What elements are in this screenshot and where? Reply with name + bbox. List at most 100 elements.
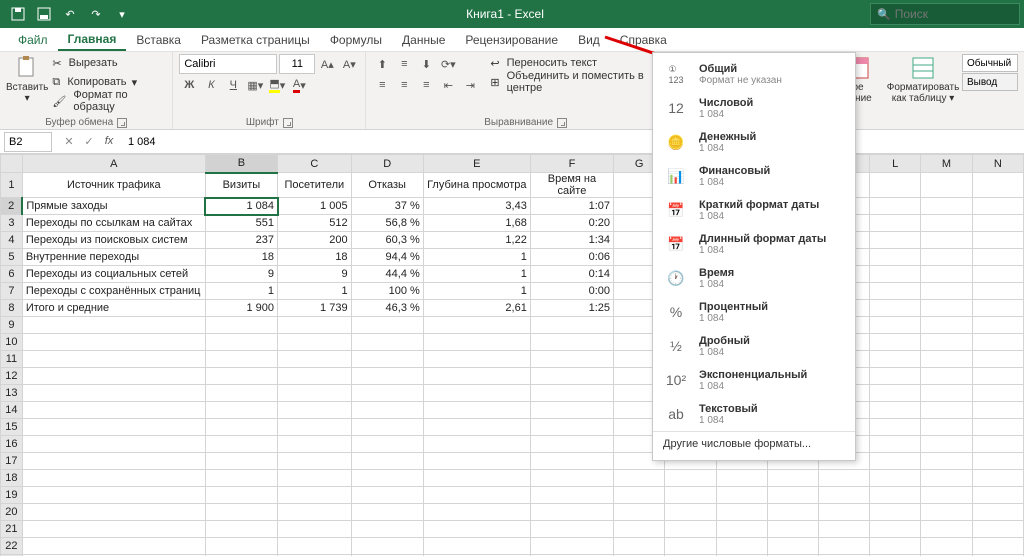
cell[interactable]	[278, 521, 352, 538]
cell[interactable]	[921, 385, 972, 402]
cell[interactable]	[818, 504, 869, 521]
cell[interactable]	[921, 419, 972, 436]
cell[interactable]	[921, 232, 972, 249]
col-header-N[interactable]: N	[972, 155, 1023, 173]
cell[interactable]: 512	[278, 215, 352, 232]
cell[interactable]	[972, 266, 1023, 283]
cell[interactable]	[423, 334, 530, 351]
cell[interactable]	[818, 487, 869, 504]
cell[interactable]	[972, 504, 1023, 521]
cell[interactable]	[665, 538, 716, 555]
cell[interactable]	[870, 317, 921, 334]
tab-разметка страницы[interactable]: Разметка страницы	[191, 28, 320, 51]
cell[interactable]: 1 084	[205, 198, 277, 215]
cell[interactable]	[205, 385, 277, 402]
format-painter-button[interactable]: 🖌 Формат по образцу	[52, 92, 166, 110]
col-header-F[interactable]: F	[530, 155, 613, 173]
cell[interactable]	[921, 402, 972, 419]
cell[interactable]	[530, 504, 613, 521]
fmt-option-дробный[interactable]: ½ Дробный1 084	[653, 329, 855, 363]
cell[interactable]: 1:07	[530, 198, 613, 215]
cell[interactable]	[351, 538, 423, 555]
cell[interactable]	[870, 215, 921, 232]
cell[interactable]	[870, 283, 921, 300]
cell[interactable]	[818, 470, 869, 487]
cell[interactable]	[870, 173, 921, 198]
cell[interactable]: 0:00	[530, 283, 613, 300]
cell[interactable]	[767, 487, 818, 504]
cell[interactable]	[423, 351, 530, 368]
cell[interactable]	[278, 368, 352, 385]
cell[interactable]	[205, 504, 277, 521]
cell[interactable]	[423, 385, 530, 402]
cell[interactable]	[870, 504, 921, 521]
cell[interactable]	[921, 538, 972, 555]
cell[interactable]: 1:25	[530, 300, 613, 317]
cell[interactable]	[205, 487, 277, 504]
cell[interactable]	[972, 436, 1023, 453]
cell[interactable]	[22, 453, 205, 470]
row-header[interactable]: 20	[1, 504, 23, 521]
cell[interactable]	[921, 334, 972, 351]
cell[interactable]	[870, 402, 921, 419]
cell[interactable]	[972, 419, 1023, 436]
cell[interactable]: Источник трафика	[22, 173, 205, 198]
row-header[interactable]: 3	[1, 215, 23, 232]
cell[interactable]	[972, 521, 1023, 538]
cell[interactable]	[423, 521, 530, 538]
cell[interactable]: 1 005	[278, 198, 352, 215]
row-header[interactable]: 1	[1, 173, 23, 198]
cell[interactable]	[278, 351, 352, 368]
cell[interactable]: 237	[205, 232, 277, 249]
cell[interactable]: Глубина просмотра	[423, 173, 530, 198]
cell[interactable]	[870, 368, 921, 385]
cell[interactable]	[530, 419, 613, 436]
cell[interactable]	[921, 487, 972, 504]
fmt-option-краткий-формат-даты[interactable]: 📅 Краткий формат даты1 084	[653, 193, 855, 227]
cell[interactable]	[351, 504, 423, 521]
cell[interactable]	[921, 173, 972, 198]
fmt-option-общий[interactable]: ①123 ОбщийФормат не указан	[653, 57, 855, 91]
cell[interactable]	[351, 453, 423, 470]
cell[interactable]: Переходы из поисковых систем	[22, 232, 205, 249]
name-box[interactable]: B2	[4, 132, 52, 152]
cell[interactable]	[22, 487, 205, 504]
cell-style-output[interactable]: Вывод	[962, 73, 1018, 91]
cell[interactable]	[921, 351, 972, 368]
cell[interactable]	[423, 453, 530, 470]
paste-button[interactable]: Вставить ▾	[6, 54, 48, 104]
cell[interactable]	[22, 317, 205, 334]
cell[interactable]	[614, 487, 665, 504]
cell[interactable]	[22, 351, 205, 368]
row-header[interactable]: 14	[1, 402, 23, 419]
row-header[interactable]: 7	[1, 283, 23, 300]
cell[interactable]	[972, 334, 1023, 351]
cell[interactable]: Посетители	[278, 173, 352, 198]
cell[interactable]	[870, 334, 921, 351]
cell[interactable]	[870, 385, 921, 402]
cell[interactable]	[972, 173, 1023, 198]
cell[interactable]	[22, 470, 205, 487]
row-header[interactable]: 17	[1, 453, 23, 470]
cell[interactable]: 3,43	[423, 198, 530, 215]
cell[interactable]: 0:06	[530, 249, 613, 266]
spreadsheet-grid[interactable]: ABCDEFGHIJKLMN1Источник трафикаВизитыПос…	[0, 154, 1024, 556]
cell[interactable]	[665, 470, 716, 487]
merge-center-button[interactable]: ⊞ Объединить и поместить в центре ▾	[490, 73, 679, 91]
select-all-corner[interactable]	[1, 155, 23, 173]
cell[interactable]: 1 739	[278, 300, 352, 317]
cell[interactable]: 94,4 %	[351, 249, 423, 266]
cell[interactable]: 1	[205, 283, 277, 300]
cell[interactable]: 60,3 %	[351, 232, 423, 249]
redo-icon[interactable]: ↷	[84, 3, 108, 25]
cell[interactable]	[870, 351, 921, 368]
tab-файл[interactable]: Файл	[8, 28, 58, 51]
cell[interactable]	[530, 402, 613, 419]
cell[interactable]: 100 %	[351, 283, 423, 300]
fmt-option-денежный[interactable]: 🪙 Денежный1 084	[653, 125, 855, 159]
cell[interactable]	[818, 538, 869, 555]
cell[interactable]	[972, 300, 1023, 317]
fmt-option-процентный[interactable]: % Процентный1 084	[653, 295, 855, 329]
search-box[interactable]: 🔍	[870, 3, 1020, 25]
cell[interactable]	[530, 351, 613, 368]
